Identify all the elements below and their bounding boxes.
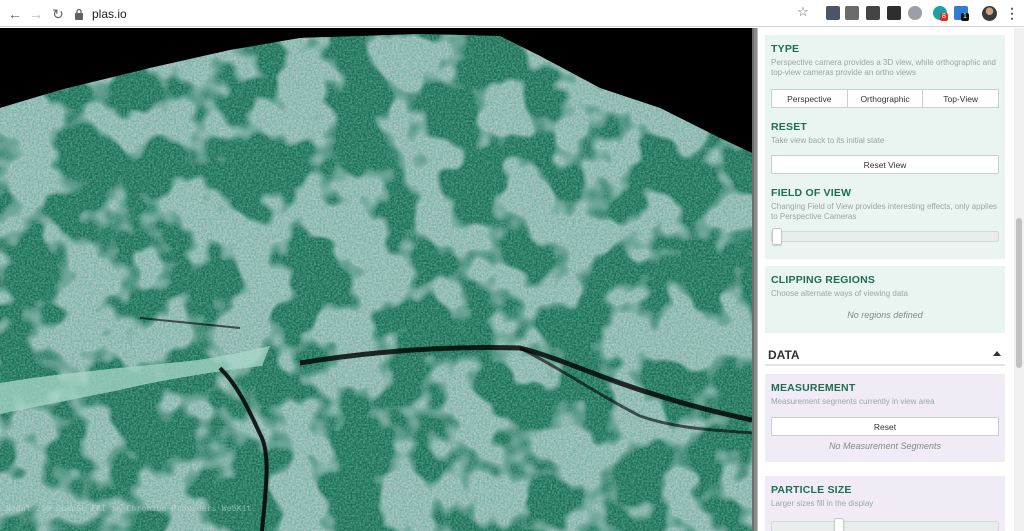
counter-extension-badge: 8 bbox=[940, 13, 948, 21]
browser-toolbar: ← → ↻ plas.io ☆ 8 1 ⋮ bbox=[0, 0, 1024, 27]
controls-panel: TYPE Perspective camera provides a 3D vi… bbox=[758, 28, 1014, 531]
reload-icon[interactable]: ↻ bbox=[49, 5, 67, 23]
point-cloud-render bbox=[0, 28, 752, 531]
measurement-description: Measurement segments currently in view a… bbox=[771, 397, 935, 406]
data-section-header[interactable]: DATA bbox=[765, 346, 1005, 366]
reset-section: RESET Take view back to its initial stat… bbox=[765, 113, 1005, 154]
profile-avatar[interactable] bbox=[982, 6, 997, 21]
tag-extension-badge: 1 bbox=[961, 13, 969, 21]
address-bar[interactable]: plas.io bbox=[70, 3, 814, 24]
chevron-up-icon[interactable] bbox=[993, 351, 1001, 356]
clipping-regions-description: Choose alternate ways of viewing data bbox=[771, 289, 908, 298]
camera-perspective-option[interactable]: Perspective bbox=[772, 90, 848, 107]
camera-topview-option[interactable]: Top-View bbox=[923, 90, 998, 107]
panel-scrollbar[interactable] bbox=[1014, 28, 1024, 531]
type-description: Perspective camera provides a 3D view, w… bbox=[771, 58, 997, 77]
measurement-reset-button[interactable]: Reset bbox=[771, 417, 999, 436]
field-of-view-section: FIELD OF VIEW Changing Field of View pro… bbox=[765, 179, 1005, 229]
particle-size-title: PARTICLE SIZE bbox=[771, 484, 852, 496]
url-text: plas.io bbox=[92, 6, 127, 21]
bookmark-star-icon[interactable]: ☆ bbox=[796, 5, 810, 19]
field-of-view-slider-handle[interactable] bbox=[772, 228, 782, 245]
arch-extension-icon[interactable] bbox=[908, 6, 922, 20]
layers-extension-icon[interactable] bbox=[887, 6, 901, 20]
keyboard-extension-icon[interactable] bbox=[845, 6, 859, 20]
reset-view-button[interactable]: Reset View bbox=[771, 155, 999, 174]
panel-scrollbar-thumb[interactable] bbox=[1016, 218, 1022, 368]
reset-description: Take view back to its initial state bbox=[771, 136, 885, 145]
reset-title: RESET bbox=[771, 121, 808, 133]
terrain-surface bbox=[0, 34, 752, 531]
particle-size-description: Larger sizes fill in the display bbox=[771, 499, 874, 508]
shield-extension-icon[interactable] bbox=[826, 6, 840, 20]
type-title: TYPE bbox=[771, 43, 800, 55]
camera-orthographic-option[interactable]: Orthographic bbox=[848, 90, 924, 107]
point-cloud-viewport[interactable]: Nodul 200 OpenGL ERI in Chromium Provide… bbox=[0, 28, 752, 531]
forward-arrow-icon[interactable]: → bbox=[27, 5, 45, 23]
renderer-attribution: Nodul 200 OpenGL ERI in Chromium Provide… bbox=[6, 504, 252, 513]
data-section-label: DATA bbox=[768, 348, 800, 362]
measurement-title: MEASUREMENT bbox=[771, 382, 856, 394]
field-of-view-title: FIELD OF VIEW bbox=[771, 187, 852, 199]
measurement-empty: No Measurement Segments bbox=[828, 441, 942, 451]
browser-menu-icon[interactable]: ⋮ bbox=[1005, 5, 1019, 21]
camera-type-selector: Perspective Orthographic Top-View bbox=[771, 89, 999, 108]
field-of-view-slider[interactable] bbox=[771, 228, 999, 245]
particle-size-slider-handle[interactable] bbox=[834, 518, 844, 531]
clipping-regions-card: CLIPPING REGIONS Choose alternate ways o… bbox=[765, 266, 1005, 333]
clipping-regions-title: CLIPPING REGIONS bbox=[771, 274, 876, 286]
notes-extension-icon[interactable] bbox=[866, 6, 880, 20]
field-of-view-description: Changing Field of View provides interest… bbox=[771, 202, 998, 221]
back-arrow-icon[interactable]: ← bbox=[6, 5, 24, 23]
particle-size-slider[interactable] bbox=[771, 518, 999, 531]
lock-icon bbox=[75, 8, 83, 20]
clipping-regions-empty: No regions defined bbox=[847, 309, 923, 320]
